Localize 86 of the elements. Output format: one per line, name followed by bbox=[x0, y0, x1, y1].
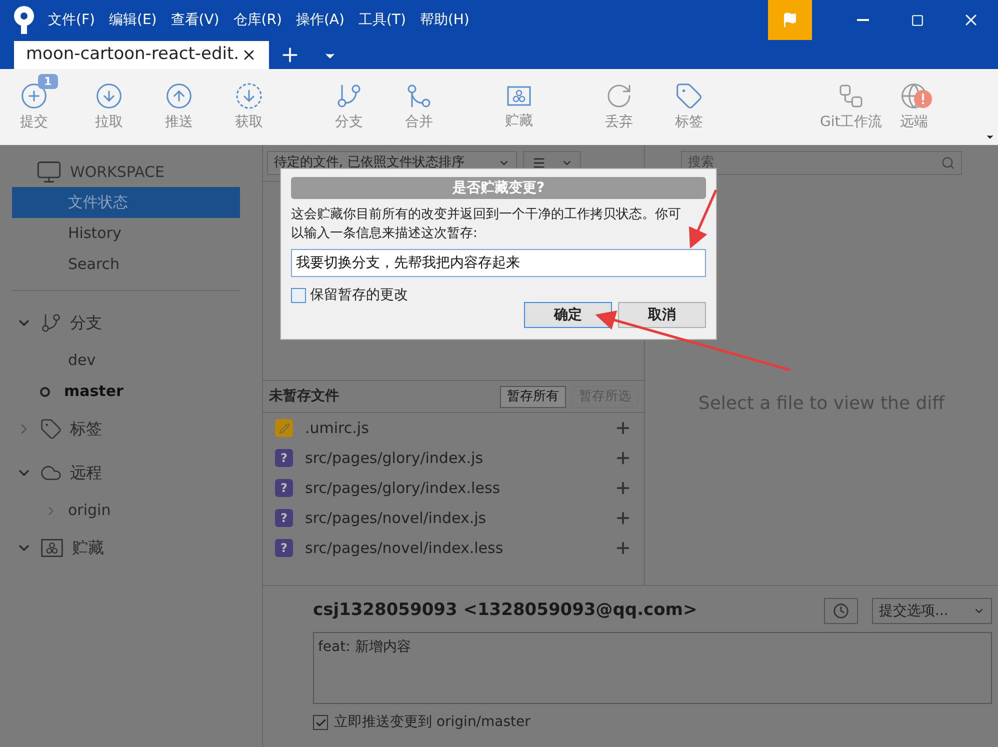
toolbar-button[interactable]: 丢弃 bbox=[605, 74, 645, 132]
modified-icon bbox=[275, 419, 293, 437]
dialog-message: 这会贮藏你目前所有的改变并返回到一个干净的工作拷贝状态。你可以输入一条信息来描述这次暂存: bbox=[291, 206, 682, 243]
file-name: src/pages/novel/index.less bbox=[305, 538, 504, 559]
toolbar-button[interactable]: 分支 bbox=[335, 74, 375, 132]
toolbar-button[interactable]: 获取 bbox=[235, 74, 275, 132]
menu-icon bbox=[532, 156, 546, 170]
repo-tab[interactable]: moon-cartoon-react-edit. bbox=[14, 41, 270, 69]
current-branch-icon bbox=[40, 386, 50, 396]
toolbar-button[interactable]: 拉取 bbox=[95, 74, 135, 132]
author: csj1328059093 <1328059093@qq.com> bbox=[313, 599, 698, 622]
branch-item[interactable]: origin bbox=[12, 495, 240, 526]
menu-item[interactable]: 查看(V) bbox=[170, 10, 220, 30]
annotation-arrow bbox=[688, 190, 718, 249]
untracked-badge: ? bbox=[275, 509, 293, 527]
commit-options-dropdown[interactable]: 提交选项... bbox=[872, 598, 992, 624]
file-row[interactable]: .umirc.js bbox=[263, 413, 644, 443]
menu-item[interactable]: 操作(A) bbox=[296, 10, 344, 30]
stage-file-icon[interactable] bbox=[614, 539, 632, 557]
branch-item[interactable]: dev bbox=[12, 345, 240, 376]
search-icon bbox=[941, 156, 955, 170]
file-name: src/pages/glory/index.js bbox=[305, 448, 484, 469]
stage-button[interactable]: 暂存所有 bbox=[500, 386, 566, 408]
menu-item[interactable]: 帮助(H) bbox=[420, 10, 470, 30]
stash-icon bbox=[40, 536, 64, 560]
flag-button[interactable] bbox=[768, 0, 812, 40]
flag-icon bbox=[782, 12, 798, 28]
file-row[interactable]: ? src/pages/novel/index.less bbox=[263, 533, 644, 563]
toolbar-button[interactable]: Git工作流 bbox=[820, 74, 894, 132]
untracked-badge: ? bbox=[275, 539, 293, 557]
workspace-heading: WORKSPACE bbox=[70, 162, 164, 183]
file-row[interactable]: ? src/pages/glory/index.js bbox=[263, 443, 644, 473]
sidebar-section[interactable]: 贮藏 bbox=[12, 526, 240, 570]
menu-item[interactable]: 工具(T) bbox=[358, 10, 406, 30]
branch-icon bbox=[40, 312, 62, 334]
dialog-button[interactable]: 取消 bbox=[618, 302, 706, 328]
file-name: src/pages/novel/index.js bbox=[305, 508, 486, 529]
toolbar-button[interactable]: 贮藏 bbox=[505, 74, 545, 132]
file-row[interactable]: ? src/pages/novel/index.js bbox=[263, 503, 644, 533]
toolbar-button[interactable]: 提交 1 bbox=[20, 74, 60, 132]
toolbar-button[interactable]: 标签 bbox=[675, 74, 715, 132]
stash-message-field[interactable]: 我要切换分支，先帮我把内容存起来 bbox=[291, 249, 706, 277]
stage-file-icon[interactable] bbox=[614, 509, 632, 527]
monitor-icon bbox=[36, 159, 62, 185]
count-badge: 1 bbox=[38, 74, 58, 88]
warning-icon bbox=[914, 90, 932, 108]
sidebar-section[interactable]: 标签 bbox=[12, 407, 240, 451]
app-logo-icon bbox=[12, 5, 36, 35]
menu-item[interactable]: 仓库(R) bbox=[233, 10, 282, 30]
commit-message-field[interactable]: feat: 新增内容 bbox=[313, 632, 992, 704]
minimize-icon bbox=[857, 19, 869, 21]
sidebar-item[interactable]: 文件状态 bbox=[12, 187, 240, 218]
fetch-icon bbox=[235, 82, 263, 110]
history-button[interactable] bbox=[824, 598, 858, 624]
toolbar-button[interactable]: 推送 bbox=[165, 74, 205, 132]
dialog-title: 是否贮藏变更? bbox=[291, 177, 706, 199]
stage-file-icon[interactable] bbox=[614, 419, 632, 437]
sidebar-item[interactable]: Search bbox=[12, 249, 240, 280]
menu-item[interactable]: 编辑(E) bbox=[108, 10, 157, 30]
stage-file-icon[interactable] bbox=[614, 479, 632, 497]
untracked-badge: ? bbox=[275, 479, 293, 497]
push-icon bbox=[165, 82, 193, 110]
clock-icon bbox=[833, 603, 849, 619]
branch-item[interactable]: master bbox=[12, 376, 240, 407]
stage-file-icon[interactable] bbox=[614, 449, 632, 467]
keep-label: 保留暂存的更改 bbox=[310, 286, 408, 305]
tag-icon bbox=[40, 418, 62, 440]
push-label: 立即推送变更到 origin/master bbox=[334, 713, 530, 732]
section-title: 未暂存文件 bbox=[269, 387, 339, 406]
sidebar-section[interactable]: 远程 bbox=[12, 451, 240, 495]
menu-item[interactable]: 文件(F) bbox=[48, 10, 95, 30]
sidebar-section[interactable]: 分支 bbox=[12, 301, 240, 345]
file-name: src/pages/glory/index.less bbox=[305, 478, 500, 499]
toolbar-button[interactable]: 远端 bbox=[900, 74, 940, 132]
dialog-button[interactable]: 确定 bbox=[524, 302, 612, 328]
sidebar-item[interactable]: History bbox=[12, 218, 240, 249]
workflow-icon bbox=[837, 82, 866, 110]
tag-icon bbox=[675, 82, 703, 110]
file-row[interactable]: ? src/pages/glory/index.less bbox=[263, 473, 644, 503]
maximize-icon bbox=[910, 14, 924, 26]
push-checkbox[interactable] bbox=[313, 715, 328, 730]
pull-icon bbox=[95, 82, 123, 110]
untracked-badge: ? bbox=[275, 449, 293, 467]
file-name: .umirc.js bbox=[305, 418, 369, 439]
toolbar-button[interactable]: 合并 bbox=[405, 74, 445, 132]
keep-checkbox[interactable] bbox=[291, 288, 306, 303]
